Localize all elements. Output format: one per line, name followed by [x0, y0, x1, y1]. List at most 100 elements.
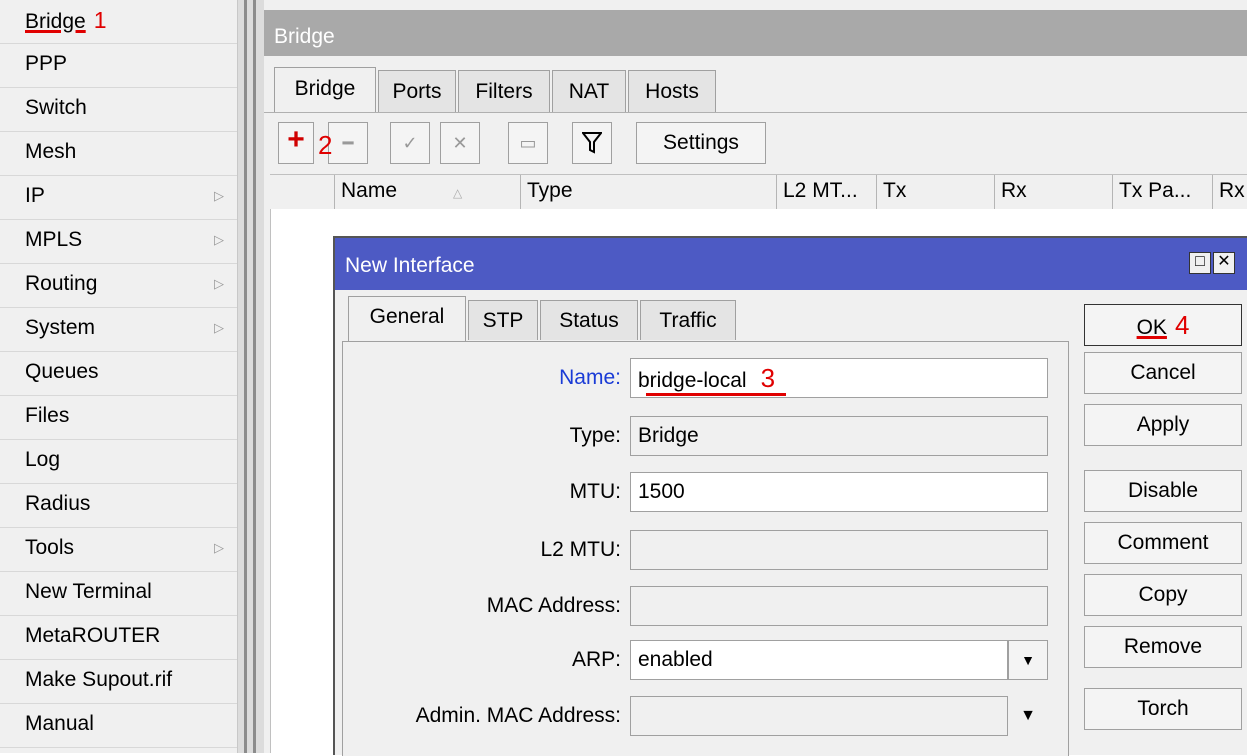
step-annotation-2: 2 [318, 130, 333, 160]
disable-button[interactable]: ✕ [440, 122, 480, 164]
type-field: Bridge [630, 416, 1048, 456]
sidebar-item-bridge[interactable]: Bridge 1 [0, 0, 237, 44]
sidebar-item-system[interactable]: System ▷ [0, 308, 237, 352]
sidebar-item-label: Routing [25, 272, 98, 295]
sidebar-item-log[interactable]: Log [0, 440, 237, 484]
copy-button[interactable]: Copy [1084, 574, 1242, 616]
arp-select[interactable]: enabled [630, 640, 1008, 680]
column-header-name[interactable]: Name △ [334, 175, 520, 209]
enable-button[interactable]: ✓ [390, 122, 430, 164]
tab-traffic[interactable]: Traffic [640, 300, 736, 340]
step-annotation-3: 3 [760, 363, 776, 393]
tab-nat[interactable]: NAT [552, 70, 626, 112]
sidebar-item-mesh[interactable]: Mesh [0, 132, 237, 176]
admin-mac-label: Admin. MAC Address: [415, 704, 621, 727]
arp-dropdown-button[interactable]: ▼ [1008, 640, 1048, 680]
comment-button[interactable]: ▭ [508, 122, 548, 164]
type-label: Type: [569, 424, 621, 447]
sidebar-item-mpls[interactable]: MPLS ▷ [0, 220, 237, 264]
annotation-underline [646, 393, 786, 396]
dropdown-icon: ▼ [1021, 652, 1035, 668]
cancel-button[interactable]: Cancel [1084, 352, 1242, 394]
name-field[interactable]: bridge-local 3 [630, 358, 1048, 398]
maximize-button[interactable]: □ [1189, 252, 1211, 274]
admin-mac-field[interactable] [630, 696, 1008, 736]
close-button[interactable]: ✕ [1213, 252, 1235, 274]
sidebar-item-label: PPP [25, 52, 68, 75]
tabs-baseline [264, 112, 1247, 113]
new-interface-dialog: New Interface □ ✕ General STP Status Tra… [333, 236, 1247, 756]
sidebar-item-label: Switch [25, 96, 87, 119]
sidebar-item-metarouter[interactable]: MetaROUTER [0, 616, 237, 660]
tab-filters[interactable]: Filters [458, 70, 550, 112]
sidebar-item-manual[interactable]: Manual [0, 704, 237, 748]
column-header-tx[interactable]: Tx [876, 175, 994, 209]
panel-splitter[interactable] [238, 0, 264, 753]
tab-ports[interactable]: Ports [378, 70, 456, 112]
triangle-right-icon: ▷ [214, 320, 224, 335]
mtu-field[interactable]: 1500 [630, 472, 1048, 512]
sidebar-item-label: Manual [25, 712, 94, 735]
sidebar-item-radius[interactable]: Radius [0, 484, 237, 528]
column-header-l2mtu[interactable]: L2 MT... [776, 175, 876, 209]
sidebar-item-make-supout[interactable]: Make Supout.rif [0, 660, 237, 704]
triangle-right-icon: ▷ [214, 232, 224, 247]
sidebar-item-tools[interactable]: Tools ▷ [0, 528, 237, 572]
plus-icon: + [287, 123, 305, 156]
ok-button[interactable]: OK 4 [1084, 304, 1242, 346]
sidebar-item-ip[interactable]: IP ▷ [0, 176, 237, 220]
l2mtu-field [630, 530, 1048, 570]
column-header-type[interactable]: Type [520, 175, 776, 209]
filter-button[interactable] [572, 122, 612, 164]
tab-status[interactable]: Status [540, 300, 638, 340]
arp-label: ARP: [571, 648, 621, 671]
sidebar-item-files[interactable]: Files [0, 396, 237, 440]
table-header: Name △ Type L2 MT... Tx Rx Tx Pa... Rx [270, 174, 1247, 210]
sidebar-item-label: System [25, 316, 96, 339]
name-label: Name: [559, 366, 621, 389]
sidebar-item-label: Make Supout.rif [25, 668, 173, 691]
sidebar-item-label: Queues [25, 360, 99, 383]
sidebar-item-label: Radius [25, 492, 91, 515]
settings-button[interactable]: Settings [636, 122, 766, 164]
sidebar-item-routing[interactable]: Routing ▷ [0, 264, 237, 308]
tab-hosts[interactable]: Hosts [628, 70, 716, 112]
sidebar-item-label: Tools [25, 536, 75, 559]
remove-interface-button[interactable]: Remove [1084, 626, 1242, 668]
mtu-label: MTU: [569, 480, 621, 503]
column-header-select[interactable] [270, 175, 334, 209]
sidebar-item-label: MetaROUTER [25, 624, 161, 647]
l2mtu-label: L2 MTU: [540, 538, 621, 561]
column-label: Name [341, 179, 398, 202]
dialog-title: New Interface [335, 238, 1247, 290]
step-annotation-4: 4 [1174, 310, 1190, 340]
column-header-rx[interactable]: Rx [994, 175, 1112, 209]
disable-interface-button[interactable]: Disable [1084, 470, 1242, 512]
comment-interface-button[interactable]: Comment [1084, 522, 1242, 564]
tab-stp[interactable]: STP [468, 300, 538, 340]
cross-icon: ✕ [452, 133, 468, 153]
sort-icon: △ [453, 186, 463, 200]
sidebar-item-label: IP [25, 184, 45, 207]
column-header-rx-packets[interactable]: Rx [1212, 175, 1247, 209]
sidebar-item-switch[interactable]: Switch [0, 88, 237, 132]
sidebar-item-label: Log [25, 448, 61, 471]
triangle-right-icon: ▷ [214, 188, 224, 203]
sidebar-item-new-terminal[interactable]: New Terminal [0, 572, 237, 616]
add-button[interactable]: + [278, 122, 314, 164]
column-header-tx-packets[interactable]: Tx Pa... [1112, 175, 1212, 209]
mac-address-field [630, 586, 1048, 626]
apply-button[interactable]: Apply [1084, 404, 1242, 446]
comment-icon: ▭ [519, 133, 537, 153]
tab-bridge[interactable]: Bridge [274, 67, 376, 113]
minus-icon: ━ [342, 133, 354, 153]
remove-button[interactable]: ━ [328, 122, 368, 164]
torch-button[interactable]: Torch [1084, 688, 1242, 730]
name-value: bridge-local [638, 369, 747, 392]
sidebar-menu: Bridge 1 PPP Switch Mesh IP ▷ MPLS ▷ Rout… [0, 0, 238, 753]
sidebar-item-ppp[interactable]: PPP [0, 44, 237, 88]
admin-mac-dropdown-icon[interactable]: ▼ [1008, 696, 1048, 736]
tab-general[interactable]: General [348, 296, 466, 342]
sidebar-item-queues[interactable]: Queues [0, 352, 237, 396]
sidebar-item-label: New Terminal [25, 580, 152, 603]
